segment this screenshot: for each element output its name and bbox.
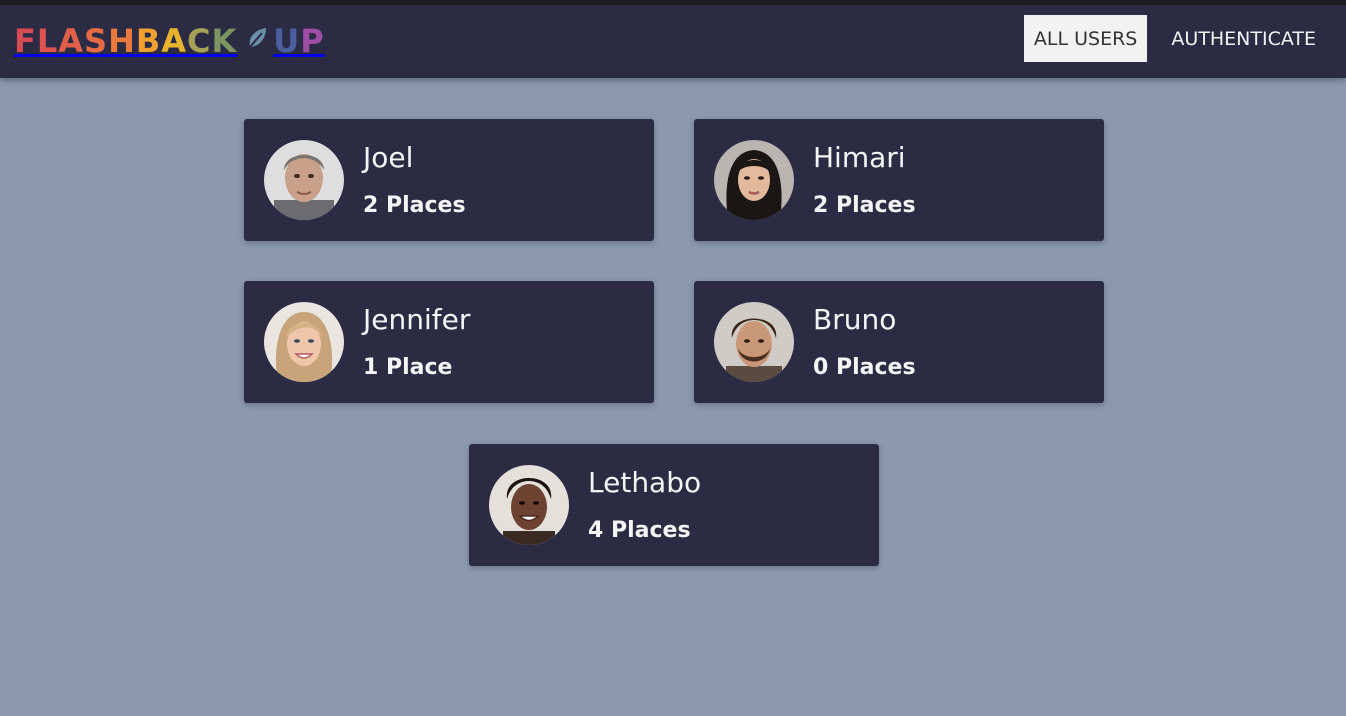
logo-letter: B: [135, 22, 162, 60]
main-nav: ALL USERS AUTHENTICATE: [1010, 15, 1326, 62]
user-card-himari[interactable]: Himari 2 Places: [694, 119, 1104, 241]
nav-authenticate[interactable]: AUTHENTICATE: [1161, 15, 1326, 62]
avatar: [264, 140, 344, 220]
user-card-joel[interactable]: Joel 2 Places: [244, 119, 654, 241]
logo-letter: C: [187, 22, 212, 60]
user-places-count: 1 Place: [363, 355, 453, 380]
user-card-lethabo[interactable]: Lethabo 4 Places: [469, 444, 879, 566]
nav-all-users[interactable]: ALL USERS: [1023, 15, 1148, 62]
logo-letter: P: [300, 22, 325, 60]
user-places-count: 2 Places: [363, 193, 466, 218]
user-places-count: 0 Places: [813, 355, 916, 380]
user-places-count: 4 Places: [588, 518, 691, 543]
avatar: [264, 302, 344, 382]
avatar: [714, 140, 794, 220]
logo-letter: H: [108, 22, 136, 60]
app-logo[interactable]: F L A S H B A C K U P: [14, 19, 325, 63]
avatar: [489, 465, 569, 545]
logo-letter: A: [58, 22, 85, 60]
main-header: F L A S H B A C K U P ALL USERS AUTHENTI…: [0, 5, 1346, 78]
user-places-count: 2 Places: [813, 193, 916, 218]
logo-letter: A: [161, 22, 187, 60]
user-name: Himari: [813, 141, 906, 174]
feather-icon: [238, 24, 272, 58]
logo-letter: K: [211, 22, 238, 60]
user-name: Jennifer: [363, 303, 471, 336]
user-name: Lethabo: [588, 466, 702, 499]
avatar: [714, 302, 794, 382]
logo-letter: F: [14, 22, 37, 60]
user-card-bruno[interactable]: Bruno 0 Places: [694, 281, 1104, 403]
user-name: Bruno: [813, 303, 897, 336]
logo-letter: L: [36, 22, 59, 60]
logo-letter: U: [273, 22, 301, 60]
logo-letter: S: [84, 22, 109, 60]
user-name: Joel: [363, 141, 414, 174]
user-card-jennifer[interactable]: Jennifer 1 Place: [244, 281, 654, 403]
